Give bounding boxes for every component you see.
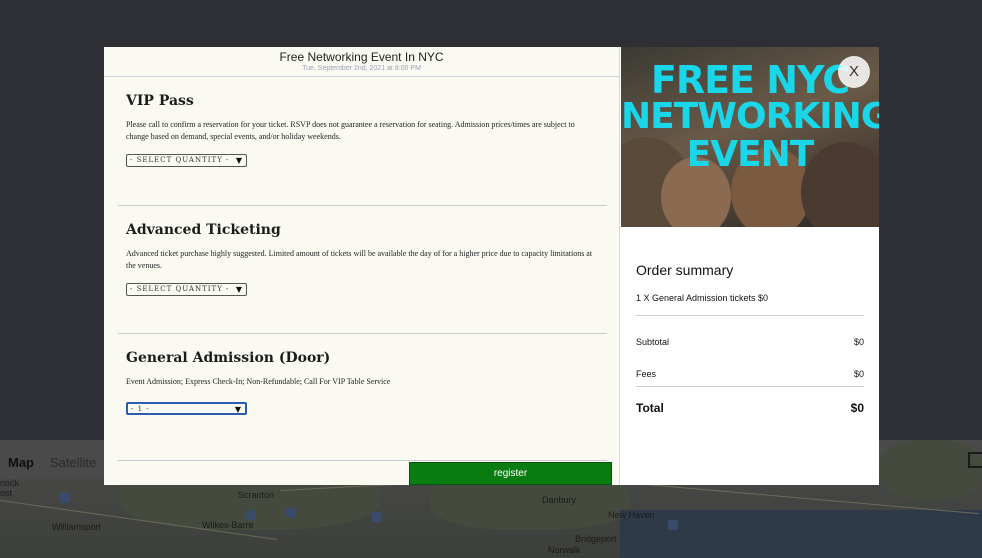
subtotal-label: Subtotal [636,337,670,347]
map-place-label: Norwalk [548,545,581,555]
order-panel: FREE NYC NETWORKING EVENT X Order summar… [621,47,879,485]
event-title: Free Networking Event In NYC [279,50,444,64]
quantity-select[interactable]: - SELECT QUANTITY - ▼ [126,283,247,296]
section-divider [118,205,607,206]
total-row: Total $0 [636,401,864,415]
total-label: Total [636,401,664,415]
ticket-type: Advanced Ticketing Advanced ticket purch… [118,222,607,296]
footer-divider [118,460,607,461]
summary-divider [636,315,864,316]
highway-shield-icon [668,520,678,530]
ticket-description: Please call to confirm a reservation for… [126,120,575,141]
map-place-label: ost [0,488,13,498]
quantity-select[interactable]: - SELECT QUANTITY - ▼ [126,154,247,167]
highway-shield-icon [60,493,70,503]
ticket-type: General Admission (Door) Event Admission… [118,350,607,415]
total-value: $0 [850,401,864,415]
event-banner-image: FREE NYC NETWORKING EVENT X [621,47,879,227]
chevron-down-icon: ▼ [235,285,243,294]
order-line-item: 1 X General Admission tickets $0 [636,293,769,303]
order-summary-title: Order summary [636,262,734,278]
ticket-description: Advanced ticket purchase highly suggeste… [126,249,593,270]
section-divider [118,333,607,334]
ticket-panel: Free Networking Event In NYC Tue, Septem… [104,47,620,485]
ticket-modal: Free Networking Event In NYC Tue, Septem… [104,47,879,485]
highway-shield-icon [286,508,296,518]
map-place-label: Wilkes-Barre [202,520,254,530]
quantity-select-value: - SELECT QUANTITY - [130,156,230,164]
fullscreen-icon[interactable] [968,452,982,468]
ticket-type: VIP Pass Please call to confirm a reserv… [118,93,607,167]
highway-shield-icon [372,512,382,522]
fees-label: Fees [636,369,657,379]
map-place-label: Danbury [542,495,577,505]
ticket-description: Event Admission; Express Check-In; Non-R… [126,377,391,386]
event-header: Free Networking Event In NYC Tue, Septem… [104,47,619,77]
summary-divider [636,386,864,387]
close-button[interactable]: X [838,56,870,88]
map-place-label: nock [0,478,20,488]
map-type-map[interactable]: Map [0,455,42,470]
quantity-select-value: - SELECT QUANTITY - [130,285,230,293]
map-type-toggle[interactable]: Map Satellite [0,445,120,479]
map-place-label: Williamsport [52,522,102,532]
fees-value: $0 [853,369,864,379]
subtotal-value: $0 [853,337,864,347]
banner-text-line: EVENT [686,134,815,175]
map-terrain [880,440,982,500]
map-place-label: Scranton [238,490,275,500]
banner-text-line: NETWORKING [621,96,879,137]
map-place-label: Bridgeport [575,534,617,544]
subtotal-row: Subtotal $0 [636,337,864,347]
order-summary: Order summary 1 X General Admission tick… [636,262,864,415]
chevron-down-icon: ▼ [234,405,242,414]
ticket-name: VIP Pass [126,93,194,109]
highway-shield-icon [246,510,256,520]
fees-row: Fees $0 [636,369,864,379]
event-date: Tue, September 2nd, 2021 at 8:00 PM [302,65,421,72]
map-water [620,510,982,558]
map-type-satellite[interactable]: Satellite [42,455,104,470]
quantity-select-value: - 1 - [131,405,150,413]
ticket-name: General Admission (Door) [126,350,331,366]
ticket-name: Advanced Ticketing [126,222,281,238]
quantity-select[interactable]: - 1 - ▼ [126,402,247,415]
register-button[interactable]: register [409,462,612,485]
map-place-label: New Haven [608,510,655,520]
chevron-down-icon: ▼ [235,156,243,165]
